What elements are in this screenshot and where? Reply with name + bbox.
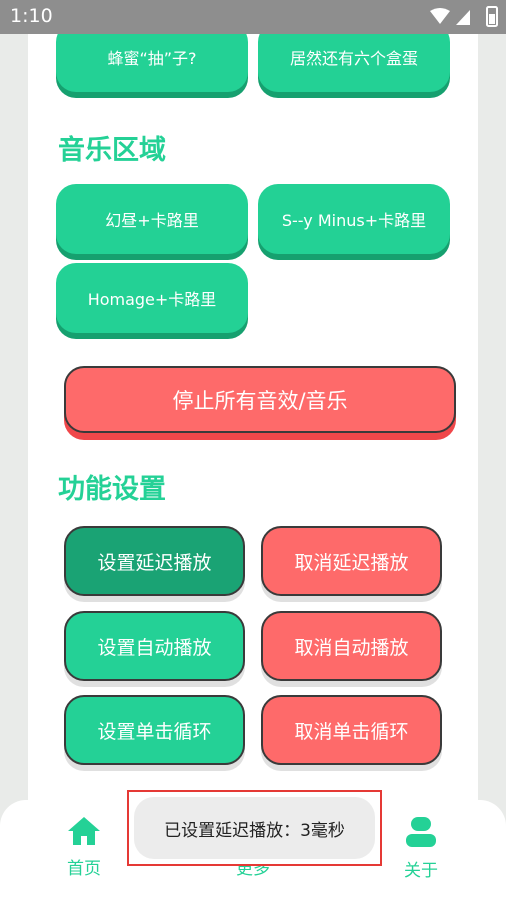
set-delay-play-button[interactable]: 设置延迟播放 [64, 526, 245, 596]
nav-item-about[interactable]: 关于 [381, 816, 461, 881]
nav-label-about: 关于 [404, 861, 438, 881]
set-click-loop-button[interactable]: 设置单击循环 [64, 695, 245, 765]
stop-all-button[interactable]: 停止所有音效/音乐 [64, 366, 456, 433]
music-button-label: 幻昼+卡路里 [105, 211, 199, 230]
nav-item-home[interactable]: 首页 [44, 816, 124, 879]
music-button-label: S--y Minus+卡路里 [281, 211, 427, 230]
settings-section-title: 功能设置 [58, 474, 166, 505]
settings-button-label: 设置单击循环 [97, 720, 212, 743]
status-time: 1:10 [10, 5, 53, 27]
nav-label-home: 首页 [67, 859, 101, 879]
sound-button-label: 蜂蜜“抽”子? [107, 49, 197, 68]
toast-message: 已设置延迟播放：3毫秒 [127, 790, 382, 866]
status-icons [430, 6, 498, 27]
stop-all-label: 停止所有音效/音乐 [172, 388, 348, 413]
settings-button-label: 设置延迟播放 [97, 551, 212, 574]
settings-button-label: 取消延迟播放 [294, 551, 409, 574]
music-button-label: Homage+卡路里 [87, 290, 217, 309]
settings-button-label: 取消单击循环 [294, 720, 409, 743]
music-button-sy-minus[interactable]: S--y Minus+卡路里 [258, 184, 450, 254]
sound-button-label: 居然还有六个盒蛋 [289, 49, 418, 68]
status-bar: 1:10 [0, 0, 506, 34]
music-button-huanzhou[interactable]: 幻昼+卡路里 [56, 184, 248, 254]
settings-button-label: 设置自动播放 [97, 636, 212, 659]
cancel-click-loop-button[interactable]: 取消单击循环 [261, 695, 442, 765]
signal-icon [456, 10, 470, 25]
home-icon [68, 817, 100, 845]
music-button-homage[interactable]: Homage+卡路里 [56, 263, 248, 333]
wifi-icon [430, 8, 450, 24]
set-auto-play-button[interactable]: 设置自动播放 [64, 611, 245, 681]
cancel-delay-play-button[interactable]: 取消延迟播放 [261, 526, 442, 596]
toast-text: 已设置延迟播放：3毫秒 [164, 820, 345, 841]
person-icon [406, 817, 436, 847]
cancel-auto-play-button[interactable]: 取消自动播放 [261, 611, 442, 681]
toast-body: 已设置延迟播放：3毫秒 [134, 797, 375, 859]
music-section-title: 音乐区域 [58, 135, 166, 166]
settings-button-label: 取消自动播放 [294, 636, 409, 659]
